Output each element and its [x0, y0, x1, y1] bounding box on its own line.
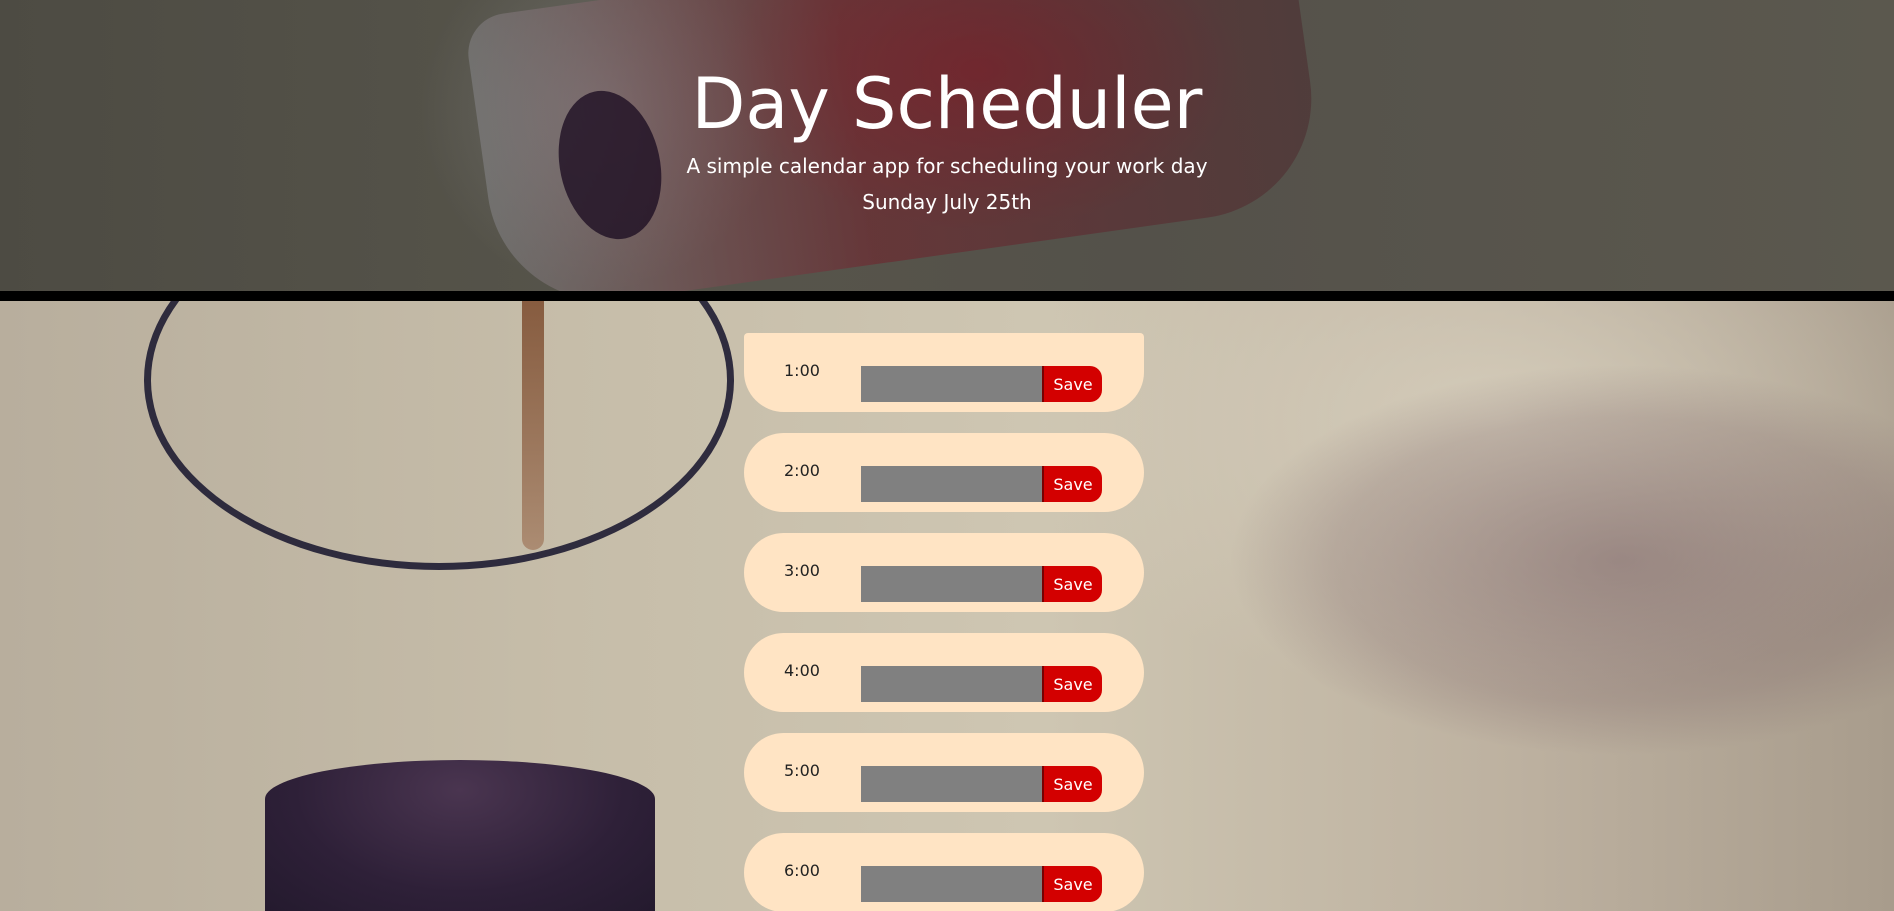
- hour-label: 5:00: [784, 761, 820, 780]
- save-button[interactable]: Save: [1042, 866, 1102, 902]
- task-input[interactable]: [861, 366, 1044, 402]
- save-button[interactable]: Save: [1042, 566, 1102, 602]
- hour-label: 1:00: [784, 361, 820, 380]
- hour-label: 2:00: [784, 461, 820, 480]
- page-title: Day Scheduler: [691, 63, 1203, 145]
- page-subtitle: A simple calendar app for scheduling you…: [686, 154, 1208, 178]
- time-block: 2:00 Save: [744, 433, 1144, 512]
- task-input[interactable]: [861, 866, 1044, 902]
- time-block: 5:00 Save: [744, 733, 1144, 812]
- header-divider: [0, 291, 1894, 301]
- soda-stream-graphic: [522, 280, 544, 550]
- current-day: Sunday July 25th: [862, 190, 1032, 214]
- task-input[interactable]: [861, 566, 1044, 602]
- hour-label: 4:00: [784, 661, 820, 680]
- hour-label: 3:00: [784, 561, 820, 580]
- soda-graphic: [265, 760, 655, 911]
- task-input[interactable]: [861, 766, 1044, 802]
- hour-label: 6:00: [784, 861, 820, 880]
- save-button[interactable]: Save: [1042, 766, 1102, 802]
- jumbotron-header: Day Scheduler A simple calendar app for …: [0, 0, 1894, 291]
- save-button[interactable]: Save: [1042, 466, 1102, 502]
- task-input[interactable]: [861, 466, 1044, 502]
- time-block: 6:00 Save: [744, 833, 1144, 911]
- time-block: 4:00 Save: [744, 633, 1144, 712]
- schedule-container: 1:00 Save 2:00 Save 3:00 Save 4:00 Save …: [744, 333, 1144, 911]
- time-block: 1:00 Save: [744, 333, 1144, 412]
- save-button[interactable]: Save: [1042, 366, 1102, 402]
- task-input[interactable]: [861, 666, 1044, 702]
- time-block: 3:00 Save: [744, 533, 1144, 612]
- save-button[interactable]: Save: [1042, 666, 1102, 702]
